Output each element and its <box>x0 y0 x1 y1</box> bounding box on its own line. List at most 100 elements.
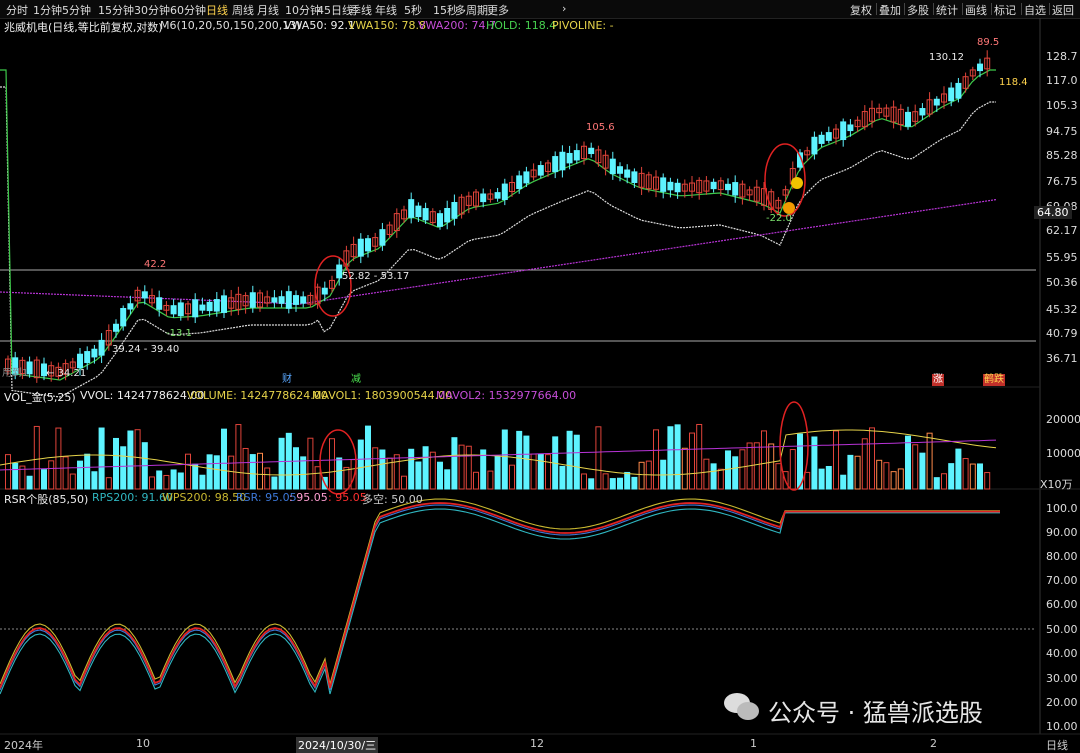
price-tick-7: 62.17 <box>1046 224 1078 237</box>
volume-bar <box>5 454 11 490</box>
volume-bar <box>149 476 155 490</box>
volume-bar <box>537 453 544 490</box>
candle-body <box>825 132 832 141</box>
candle-body <box>91 348 98 358</box>
volume-bar <box>372 447 379 490</box>
price-tick-0: 128.7 <box>1046 50 1078 63</box>
rsr-tick-3: 70.00 <box>1046 574 1078 587</box>
anno-range2: 39.24 - 39.40 <box>112 344 180 355</box>
rsr-tick-2: 80.00 <box>1046 550 1078 563</box>
volume-bar <box>516 430 523 490</box>
volume-bar <box>170 469 177 490</box>
volume-bar <box>249 454 256 490</box>
candle-body <box>437 213 443 227</box>
volume-bar <box>192 463 199 490</box>
candle-body <box>977 63 983 72</box>
volume-bar <box>681 447 688 490</box>
rps200-label: RPS200: 91.60 <box>92 491 173 504</box>
candle-body <box>336 264 343 279</box>
badge-hedie: 鹤跌 <box>983 374 1005 386</box>
current-price-tag: 64.80 <box>1034 206 1072 219</box>
anno-low: ← 34.21 <box>46 368 87 379</box>
volume-bar <box>33 425 40 490</box>
volume-bar <box>113 437 119 490</box>
rsr-v1-label: : 95.05 <box>289 491 328 504</box>
volume-bar <box>768 443 775 490</box>
xlabel-dec: 12 <box>530 737 544 750</box>
vwa200-line <box>0 199 997 305</box>
candle-body <box>408 199 415 218</box>
volume-bar <box>905 435 911 490</box>
price-tick-12: 36.71 <box>1046 352 1078 365</box>
volume-bar <box>501 429 508 490</box>
volume-bar <box>314 466 321 490</box>
volume-bar <box>509 464 515 490</box>
volume-bar <box>235 424 242 490</box>
candle-body <box>357 238 364 257</box>
flag-icon-1 <box>791 177 803 189</box>
volume-bar <box>933 477 940 490</box>
volume-bar <box>465 445 472 490</box>
volume-bar <box>271 476 278 490</box>
rsr-line-2 <box>0 504 1000 691</box>
volume-bar <box>696 423 703 490</box>
rsr-v2-label: : 95.05 <box>328 491 367 504</box>
candle-body <box>559 151 566 171</box>
volume-bar <box>98 427 105 490</box>
candle-body <box>955 82 962 99</box>
wechat-icon <box>724 693 759 720</box>
volume-bar <box>739 449 746 490</box>
candle-body <box>840 121 847 141</box>
volume-bar <box>437 461 443 490</box>
volume-bar <box>41 469 47 490</box>
volume-bar <box>393 454 400 490</box>
anno-105: 105.6 <box>586 122 615 133</box>
highlight-circle-1 <box>314 255 352 317</box>
candle-body <box>156 297 163 310</box>
anno-13: -13.1 <box>166 328 192 339</box>
volume-bar <box>357 439 364 490</box>
rsr-tick-5: 50.00 <box>1046 623 1078 636</box>
volume-bar <box>631 476 638 490</box>
xlabel-period: 日线 <box>1046 739 1068 752</box>
volume-bar <box>840 474 847 490</box>
volume-bar <box>422 446 429 490</box>
volume-bar <box>458 444 465 490</box>
candle-body <box>818 134 825 144</box>
volume-bar <box>761 430 767 490</box>
volume-bar <box>703 458 710 490</box>
candle-body <box>321 287 328 295</box>
volume-bar <box>890 471 897 490</box>
kline-chart[interactable] <box>0 0 1080 752</box>
volume-bar <box>48 460 55 490</box>
price-tick-2: 105.3 <box>1046 99 1078 112</box>
candle-body <box>609 158 616 175</box>
candle-body <box>573 150 580 161</box>
volume-bar <box>876 459 883 490</box>
volume-bar <box>77 460 83 490</box>
volume-bar <box>336 457 343 490</box>
candle-body <box>725 183 731 191</box>
volume-bar <box>624 471 631 490</box>
anno-hold: 118.4 <box>999 77 1028 88</box>
rsr-tick-9: 10.00 <box>1046 720 1078 733</box>
vol-axis-20000: 20000 <box>1046 413 1080 426</box>
candle-body <box>516 175 523 190</box>
volume-bar <box>55 427 62 490</box>
volume-bar <box>667 426 674 490</box>
rsr-tick-0: 100.0 <box>1046 502 1078 515</box>
wps200-label: WPS200: 98.50 <box>162 491 247 504</box>
volume-bar <box>494 455 501 490</box>
volume-bar <box>379 449 386 490</box>
rsr-line-1 <box>0 498 1000 685</box>
candle-body <box>617 166 623 174</box>
candle-body <box>494 192 501 199</box>
xlabel-jan: 1 <box>750 737 757 750</box>
candle-body <box>206 301 213 312</box>
volume-bar <box>689 432 695 490</box>
volume-bar <box>120 446 127 490</box>
volume-bar <box>861 438 868 490</box>
rsr-value-label: RSR: 95.05 <box>236 491 297 504</box>
volume-bar <box>12 462 19 490</box>
volume-bar <box>415 461 422 490</box>
